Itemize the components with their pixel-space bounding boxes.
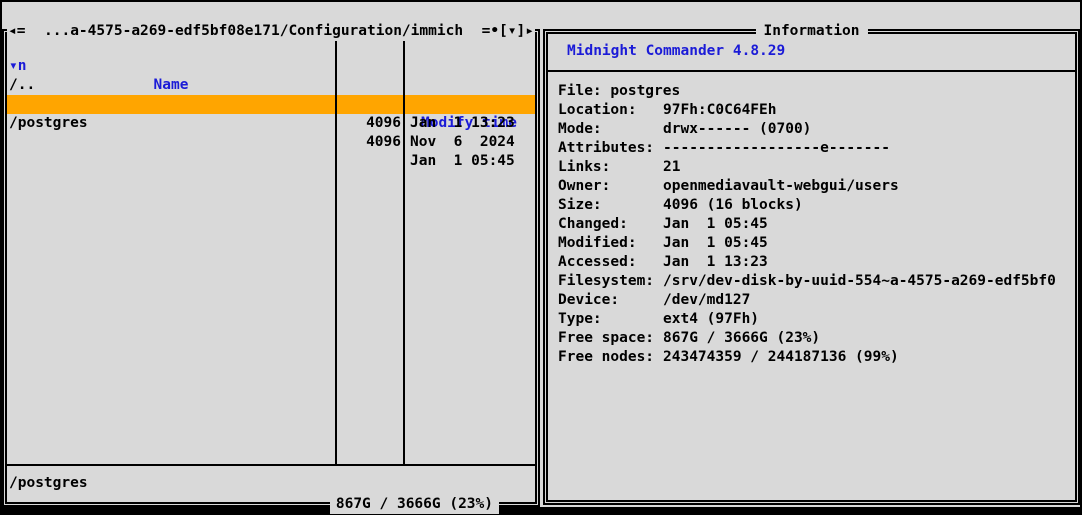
info-field-changed: Changed: Jan 1 05:45 bbox=[548, 215, 1075, 234]
file-size: 4096 bbox=[366, 134, 401, 150]
info-value: drwx------ (0700) bbox=[663, 121, 812, 137]
info-value: openmediavault-webgui/users bbox=[663, 178, 899, 194]
info-label: Mode: bbox=[558, 121, 602, 137]
info-label: Modified: bbox=[558, 235, 637, 251]
info-label: Device: bbox=[558, 292, 620, 308]
free-space-indicator: 867G / 3666G (23%) bbox=[329, 495, 499, 514]
info-label: Changed: bbox=[558, 216, 628, 232]
mc-terminal: LeftFileCommandOptionsRight ◂= ...a-4575… bbox=[2, 2, 1080, 514]
panel-path[interactable]: ...a-4575-a269-edf5bf08e171/Configuratio… bbox=[44, 22, 463, 41]
info-value: 4096 (16 blocks) bbox=[663, 197, 803, 213]
info-field-free-space: Free space: 867G / 3666G (23%) bbox=[548, 329, 1075, 348]
info-label: Links: bbox=[558, 159, 611, 175]
panel-history-dropdown-icon[interactable]: =•[▾]▸ bbox=[482, 22, 534, 41]
info-value: Jan 1 05:45 bbox=[663, 235, 768, 251]
info-label: Free space: bbox=[558, 330, 655, 346]
file-name: /postgres bbox=[9, 115, 88, 131]
info-label: Filesystem: bbox=[558, 273, 655, 289]
file-row-updir[interactable]: /.. UP--DIR Jan 1 13:23 bbox=[7, 57, 535, 131]
info-field-device: Device: /dev/md127 bbox=[548, 291, 1075, 310]
info-label: Accessed: bbox=[558, 254, 637, 270]
mini-status-text: /postgres bbox=[9, 475, 88, 491]
info-value: Jan 1 05:45 bbox=[663, 216, 768, 232]
info-field-links: Links: 21 bbox=[548, 158, 1075, 177]
file-mtime: Nov 6 2024 bbox=[410, 134, 515, 150]
column-separator-size bbox=[335, 34, 337, 466]
info-value: /dev/md127 bbox=[663, 292, 751, 308]
info-label: Free nodes: bbox=[558, 349, 655, 365]
panel-path-header[interactable]: ◂= ...a-4575-a269-edf5bf08e171/Configura… bbox=[7, 22, 535, 41]
info-value: /srv/dev-disk-by-uuid-554~a-4575-a269-ed… bbox=[663, 273, 1056, 289]
info-field-type: Type: ext4 (97Fh) bbox=[548, 310, 1075, 329]
info-value: ------------------e------- bbox=[663, 140, 890, 156]
panel-scroll-left-icon[interactable]: ◂= bbox=[8, 22, 25, 41]
file-mtime: Jan 1 05:45 bbox=[410, 153, 515, 169]
file-list-panel: ◂= ...a-4575-a269-edf5bf08e171/Configura… bbox=[2, 22, 540, 514]
info-file-line: File: postgres bbox=[558, 83, 681, 99]
info-field-owner: Owner: openmediavault-webgui/users bbox=[548, 177, 1075, 196]
info-field-free-nodes: Free nodes: 243474359 / 244187136 (99%) bbox=[548, 348, 1075, 367]
info-value: 867G / 3666G (23%) bbox=[663, 330, 821, 346]
column-separator-mtime bbox=[403, 34, 405, 466]
info-label: Location: bbox=[558, 102, 637, 118]
file-row-library[interactable]: /library 4096 Nov 6 2024 bbox=[7, 76, 535, 150]
mc-version-text: Midnight Commander 4.8.29 bbox=[567, 43, 786, 59]
info-field-attributes: Attributes: ------------------e------- bbox=[548, 139, 1075, 158]
info-separator bbox=[548, 70, 1075, 72]
info-field-mode: Mode: drwx------ (0700) bbox=[548, 120, 1075, 139]
info-label: Type: bbox=[558, 311, 602, 327]
information-panel-title: Information bbox=[755, 22, 868, 41]
file-row-postgres-selected[interactable]: /postgres 4096 Jan 1 05:45 bbox=[7, 95, 535, 169]
menu-bar: LeftFileCommandOptionsRight bbox=[2, 2, 1080, 38]
info-field-accessed: Accessed: Jan 1 13:23 bbox=[548, 253, 1075, 272]
info-value: 21 bbox=[663, 159, 681, 175]
info-value: 97Fh:C0C64FEh bbox=[663, 102, 777, 118]
info-value: 243474359 / 244187136 (99%) bbox=[663, 349, 899, 365]
info-field-filesystem: Filesystem: /srv/dev-disk-by-uuid-554~a-… bbox=[548, 272, 1075, 291]
info-field-location: Location: 97Fh:C0C64FEh bbox=[548, 101, 1075, 120]
info-value: Jan 1 13:23 bbox=[663, 254, 768, 270]
information-panel: Information Midnight Commander 4.8.29 Fi… bbox=[543, 22, 1080, 505]
info-label: Attributes: bbox=[558, 140, 655, 156]
info-field-modified: Modified: Jan 1 05:45 bbox=[548, 234, 1075, 253]
mini-status-separator bbox=[7, 464, 535, 466]
file-list: ▾n Name Size Modify time /.. UP--DIR Jan… bbox=[7, 34, 535, 466]
info-value: ext4 (97Fh) bbox=[663, 311, 760, 327]
info-label: Owner: bbox=[558, 178, 611, 194]
info-label: Size: bbox=[558, 197, 602, 213]
info-field-size: Size: 4096 (16 blocks) bbox=[548, 196, 1075, 215]
file-mtime: Jan 1 13:23 bbox=[410, 115, 515, 131]
file-size: 4096 bbox=[366, 115, 401, 131]
